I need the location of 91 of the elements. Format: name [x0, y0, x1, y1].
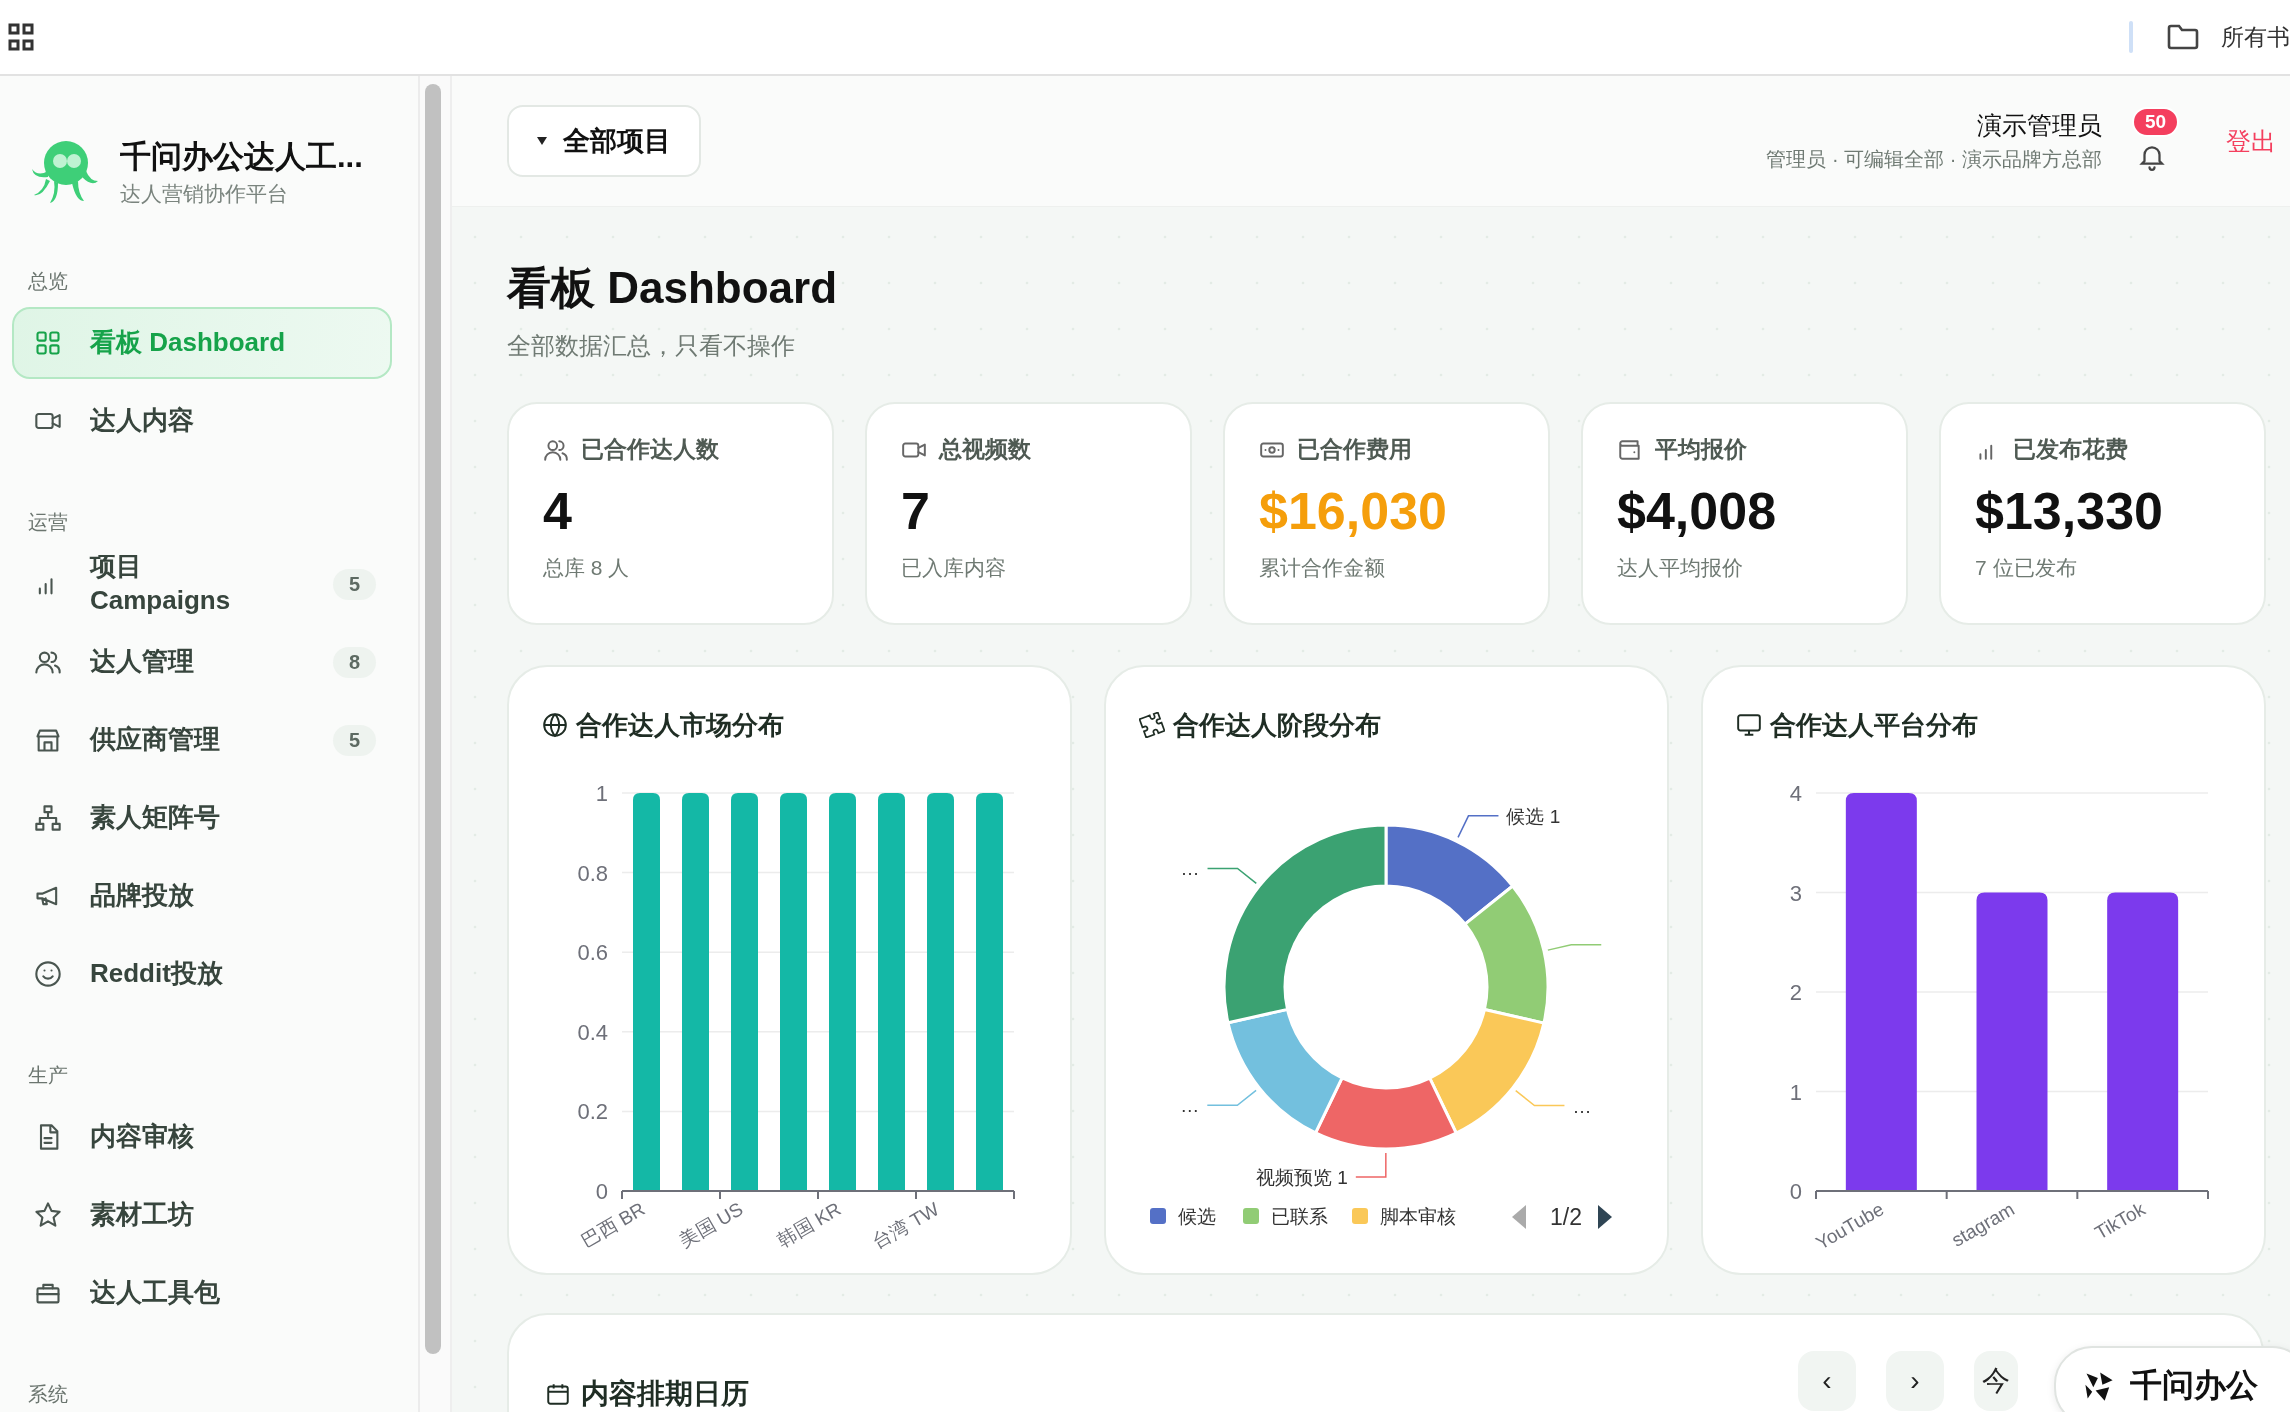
- leader-line: [1457, 815, 1500, 839]
- stat-label: 已合作达人数: [581, 435, 719, 465]
- stat-value: 7: [901, 483, 931, 541]
- nav-item[interactable]: 品牌投放: [12, 860, 392, 932]
- y-axis-label: 0.2: [577, 1099, 608, 1125]
- chart-title: 合作达人阶段分布: [1173, 708, 1381, 742]
- leader-line: [1206, 867, 1258, 885]
- stat-value: $13,330: [1975, 483, 2164, 541]
- stat-label: 总视频数: [939, 435, 1031, 465]
- globe-icon: [542, 712, 568, 739]
- y-axis-label: 2: [1789, 980, 1802, 1006]
- count-badge: 5: [332, 724, 376, 756]
- stat-value: 4: [543, 483, 573, 541]
- app-subtitle: 达人营销协作平台: [120, 181, 289, 207]
- nav-item[interactable]: 达人内容: [12, 385, 392, 457]
- chart-title: 合作达人平台分布: [1770, 708, 1978, 742]
- y-axis-label: 0: [1789, 1179, 1802, 1205]
- count-badge: 5: [332, 568, 376, 600]
- page-title: 看板 Dashboard: [507, 262, 839, 314]
- calendar-icon: [545, 1381, 571, 1408]
- nav-section-label: 生产: [27, 1063, 69, 1088]
- smiley-icon: [34, 960, 62, 988]
- folder-icon: [2167, 24, 2199, 50]
- leader-line: [1355, 1152, 1387, 1178]
- apps-grid-icon[interactable]: [8, 23, 34, 51]
- count-badge: 8: [332, 646, 376, 678]
- y-axis-label: 1: [1789, 1079, 1802, 1105]
- nav-item[interactable]: 供应商管理 5: [12, 704, 392, 776]
- star-icon: [34, 1201, 62, 1229]
- nav-section-label: 系统: [27, 1382, 69, 1407]
- y-axis-label: 0.8: [577, 860, 608, 886]
- app-title: 千问办公达人工...: [120, 138, 363, 176]
- scrollbar-thumb[interactable]: [425, 84, 441, 1354]
- stat-label: 已发布花费: [2013, 435, 2128, 465]
- x-axis-label: 台湾 TW: [868, 1198, 943, 1254]
- legend-label[interactable]: 候选: [1178, 1206, 1216, 1228]
- y-axis-label: 1: [595, 781, 608, 807]
- y-axis-label: 3: [1789, 880, 1802, 906]
- stat-note: 总库 8 人: [543, 555, 631, 582]
- user-role: 管理员 · 可编辑全部 · 演示品牌方总部: [1766, 147, 2102, 172]
- caret-icon: [537, 137, 547, 145]
- slice-label: 候选 1: [1506, 806, 1561, 827]
- logout-link[interactable]: 登出: [2226, 124, 2276, 158]
- nav-item[interactable]: Reddit投放: [12, 938, 392, 1010]
- notification-count-badge: 50: [2132, 107, 2180, 137]
- next-button[interactable]: ›: [1886, 1351, 1944, 1412]
- slice-label: …: [1572, 1095, 1592, 1117]
- chart-title: 合作达人市场分布: [576, 708, 784, 742]
- slice-label: …: [1180, 1095, 1200, 1117]
- next-page-icon[interactable]: [1598, 1205, 1612, 1230]
- nav-item[interactable]: 素人矩阵号: [12, 782, 392, 854]
- monitor-icon: [1736, 712, 1762, 739]
- floating-assistant-button[interactable]: 千问办公: [2054, 1346, 2290, 1412]
- nav-item[interactable]: 达人工具包: [12, 1257, 392, 1329]
- bookmarks-link[interactable]: 所有书: [2221, 21, 2290, 53]
- stat-note: 已入库内容: [901, 555, 1007, 582]
- org-chart-icon: [34, 804, 62, 832]
- x-axis-label: 美国 US: [675, 1198, 747, 1252]
- previous-button[interactable]: ‹: [1798, 1351, 1856, 1412]
- today-button[interactable]: 今: [1974, 1351, 2018, 1412]
- y-axis-label: 4: [1789, 781, 1802, 807]
- nav-section-label: 总览: [27, 269, 69, 294]
- legend-page-number: 1/2: [1550, 1204, 1582, 1231]
- x-axis-label: 韩国 KR: [773, 1198, 845, 1252]
- calendar-title: 内容排期日历: [581, 1377, 749, 1412]
- legend-label[interactable]: 脚本审核: [1380, 1206, 1456, 1228]
- stat-value: $4,008: [1617, 483, 1778, 541]
- user-name: 演示管理员: [1976, 110, 2102, 141]
- grid-icon: [34, 329, 62, 357]
- stat-value: $16,030: [1259, 483, 1448, 541]
- nav-item[interactable]: 内容审核: [12, 1101, 392, 1173]
- slice-label: 视频预览 1: [1255, 1167, 1348, 1189]
- leader-line: [1547, 944, 1602, 952]
- leader-line: [1514, 1090, 1566, 1107]
- legend-label[interactable]: 已联系: [1271, 1206, 1328, 1228]
- stat-note: 达人平均报价: [1617, 555, 1744, 582]
- puzzle-icon: [1139, 712, 1165, 739]
- nav-section-label: 运营: [27, 510, 69, 535]
- project-filter-dropdown[interactable]: 全部项目: [507, 105, 701, 177]
- stat-label: 平均报价: [1655, 435, 1747, 465]
- stat-label: 已合作费用: [1297, 435, 1412, 465]
- y-axis-label: 0.4: [577, 1020, 608, 1045]
- nav-item[interactable]: 项目 Campaigns 5: [12, 548, 392, 620]
- page-subtitle: 全部数据汇总，只看不操作: [507, 331, 796, 362]
- stat-note: 7 位已发布: [1975, 555, 2078, 582]
- stat-note: 累计合作金额: [1259, 555, 1386, 582]
- nav-item[interactable]: 达人管理 8: [12, 626, 392, 698]
- y-axis-label: 0.6: [577, 940, 608, 966]
- slice-label: …: [1180, 858, 1200, 880]
- nav-item[interactable]: 素材工坊: [12, 1179, 392, 1251]
- leader-line: [1206, 1089, 1257, 1107]
